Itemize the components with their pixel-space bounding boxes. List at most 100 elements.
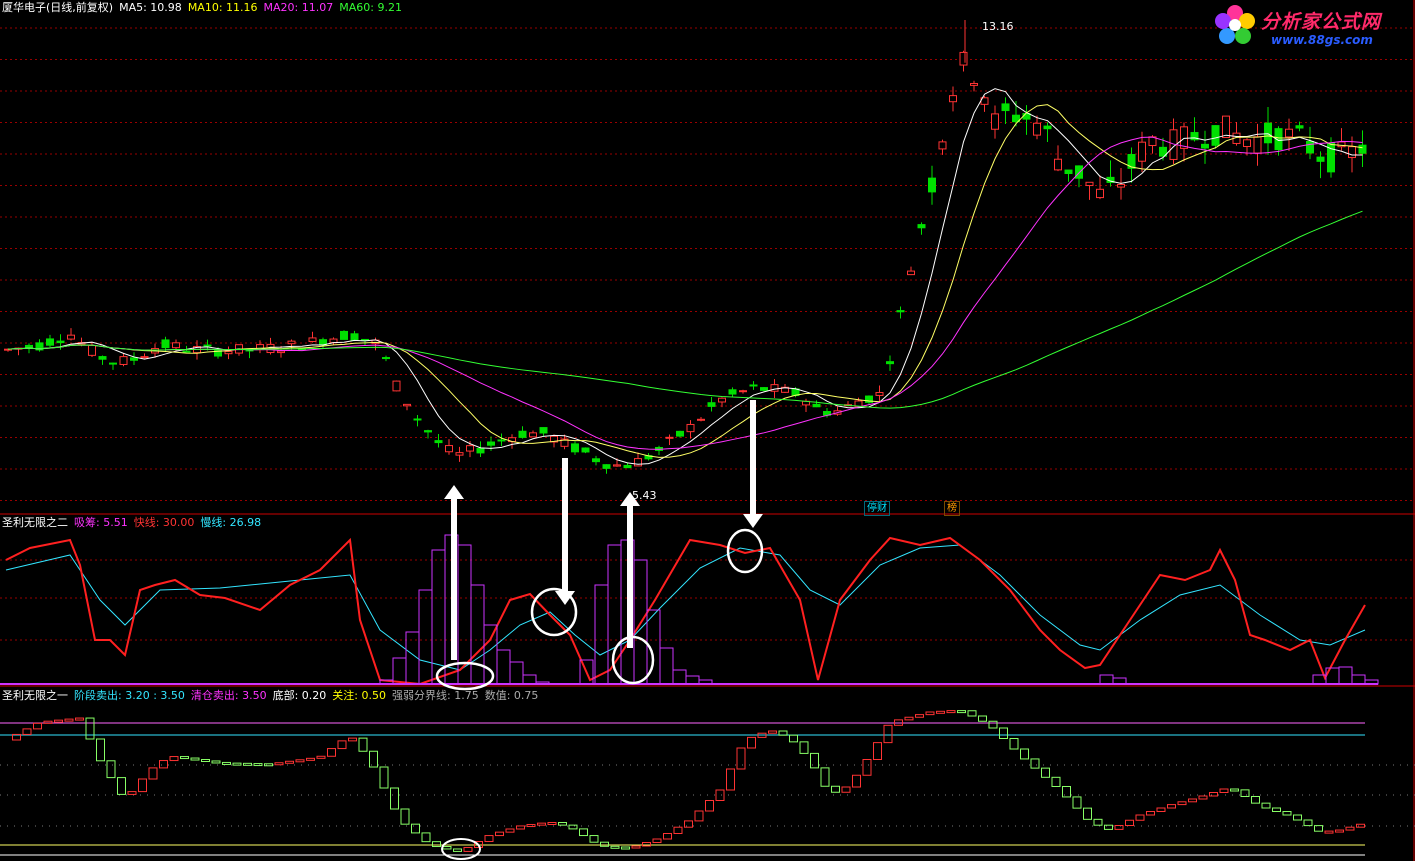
step-block: [1230, 788, 1239, 792]
site-logo[interactable]: 分析家公式网 www.88gs.com: [1209, 3, 1409, 51]
candle-body: [1054, 158, 1062, 171]
step-block: [453, 848, 462, 852]
candle-body: [1306, 140, 1314, 154]
candle-body: [896, 310, 905, 313]
step-block: [883, 724, 893, 744]
logo-url: www.88gs.com: [1271, 33, 1373, 47]
step-block: [211, 760, 221, 764]
candle-body: [571, 443, 579, 453]
candle-body: [928, 177, 936, 193]
step-block: [852, 774, 861, 788]
step-block: [904, 716, 914, 721]
step-block: [957, 710, 966, 714]
candle-body: [1295, 125, 1304, 129]
sell-arrow-2-head: [743, 514, 763, 528]
candle-body: [98, 356, 107, 360]
step-block: [726, 768, 735, 791]
badge-list[interactable]: 榜: [944, 501, 960, 516]
step-block: [978, 715, 987, 722]
step-block: [358, 737, 368, 752]
accum-bar: [418, 589, 433, 685]
candle-body: [938, 141, 947, 150]
indicator-panel-2: [0, 528, 1379, 691]
step-block: [1314, 825, 1323, 832]
step-block: [316, 755, 326, 759]
candle-body: [455, 452, 464, 456]
step-block: [243, 762, 252, 766]
step-block: [306, 757, 315, 761]
step-block: [379, 766, 389, 789]
candle-body: [1348, 146, 1356, 159]
step-block: [936, 710, 945, 714]
step-block: [421, 832, 431, 843]
panel2-legend: 吸筹: 5.51 快线: 30.00 慢线: 26.98: [74, 516, 267, 529]
candle-body: [1222, 115, 1230, 139]
indicator-panel-1: [0, 710, 1365, 860]
step-block: [348, 737, 357, 742]
candle-body: [613, 464, 621, 467]
step-block: [1324, 830, 1334, 834]
step-block: [862, 759, 872, 776]
candle-body: [497, 439, 506, 442]
step-block: [747, 736, 756, 749]
step-block: [85, 717, 95, 740]
badge-finance[interactable]: 停财: [864, 501, 890, 516]
panel3-legend-item-1: 清仓卖出: 3.50: [190, 689, 267, 702]
candle-body: [1180, 126, 1188, 149]
panel2-legend-item-2: 慢线: 26.98: [200, 516, 262, 529]
candle-body: [1096, 188, 1104, 199]
candle-body: [1138, 141, 1146, 162]
ma10-line: [7, 104, 1363, 458]
step-block: [610, 845, 620, 849]
candle-body: [487, 441, 495, 446]
step-block: [1293, 814, 1302, 821]
panel3-legend: 阶段卖出: 3.20 : 3.50 清仓卖出: 3.50 底部: 0.20 关注: 0…: [74, 689, 544, 702]
ma60-line: [7, 210, 1363, 409]
step-block: [96, 738, 105, 762]
ma-legend-item-1: MA10: 11.16: [187, 1, 258, 14]
step-block: [1083, 807, 1092, 820]
candle-body: [1285, 128, 1293, 138]
candle-body: [1043, 125, 1052, 130]
step-block: [1251, 796, 1260, 804]
candle-body: [518, 430, 527, 438]
candle-body: [991, 113, 999, 130]
ma-legend: MA5: 10.98 MA10: 11.16 MA20: 11.07 MA60: 9.…: [119, 1, 408, 14]
step-block: [589, 835, 599, 843]
candle-body: [539, 427, 548, 434]
step-block: [558, 822, 567, 826]
candle-body: [1085, 181, 1094, 187]
candle-body: [875, 392, 884, 396]
step-block: [652, 838, 662, 843]
main-price-grid: [0, 0, 1415, 861]
candle-body: [182, 350, 191, 353]
candle-body: [350, 333, 359, 341]
candle-body: [140, 356, 149, 359]
candle-body: [581, 447, 590, 453]
candle-body: [224, 351, 233, 355]
candle-body: [623, 464, 632, 469]
accum-bar: [1351, 674, 1366, 685]
stock-chart-canvas[interactable]: [0, 0, 1415, 861]
step-block: [1198, 795, 1208, 800]
step-block: [43, 720, 53, 724]
step-block: [285, 760, 294, 764]
candle-body: [214, 349, 222, 357]
step-block: [799, 741, 809, 754]
step-block: [1125, 819, 1134, 826]
ma5-line: [7, 88, 1363, 465]
candle-body: [413, 418, 422, 421]
accum-bar: [483, 624, 498, 685]
flower-logo-icon: [1215, 5, 1255, 44]
candle-body: [718, 397, 726, 403]
candle-body: [109, 362, 117, 365]
candle-body: [403, 403, 411, 407]
step-block: [232, 762, 242, 766]
step-block: [988, 720, 998, 729]
step-block: [117, 777, 126, 795]
step-block: [789, 734, 798, 743]
candle-body: [1033, 122, 1041, 136]
candle-body: [1064, 169, 1073, 175]
candle-body: [392, 380, 401, 392]
step-block: [946, 710, 956, 714]
